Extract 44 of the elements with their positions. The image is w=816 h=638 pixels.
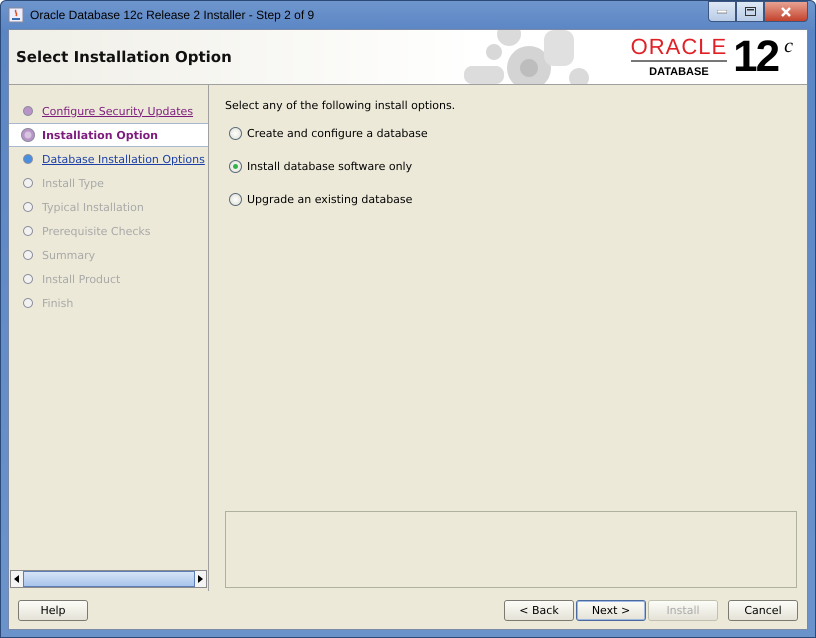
- option-label[interactable]: Install database software only: [247, 160, 412, 173]
- radio-button[interactable]: [229, 193, 242, 206]
- product-name: DATABASE: [649, 65, 709, 78]
- scroll-left-icon[interactable]: [14, 575, 20, 583]
- page-title: Select Installation Option: [15, 48, 233, 66]
- step-node-icon: [20, 103, 36, 119]
- close-button[interactable]: [764, 1, 808, 22]
- step-node-icon: [20, 223, 36, 239]
- close-icon[interactable]: [780, 6, 792, 16]
- minimize-icon[interactable]: [717, 10, 727, 14]
- option-label[interactable]: Upgrade an existing database: [247, 193, 412, 206]
- step-label[interactable]: Configure Security Updates: [42, 104, 194, 118]
- step-label: Install Type: [42, 176, 104, 190]
- radio-button[interactable]: [229, 127, 242, 140]
- minimize-button[interactable]: [708, 1, 736, 22]
- step-label: Summary: [42, 248, 96, 262]
- dialog-button[interactable]: Next >: [576, 600, 646, 620]
- maximize-icon[interactable]: [744, 7, 756, 16]
- version-suffix: c: [784, 35, 793, 58]
- version-number: 12: [733, 35, 778, 79]
- step-label: Finish: [42, 296, 74, 310]
- window-title: Oracle Database 12c Release 2 Installer - Step 2 of 9: [30, 8, 316, 22]
- instruction-text: Select any of the following install options.: [225, 99, 456, 112]
- step-node-icon: [20, 151, 36, 167]
- horizontal-scrollbar[interactable]: [10, 570, 207, 588]
- step-label: Install Product: [42, 272, 120, 286]
- maximize-button[interactable]: [736, 1, 764, 22]
- radio-button[interactable]: [229, 160, 242, 173]
- step-node-icon: [20, 127, 36, 143]
- step-label[interactable]: Database Installation Options: [42, 152, 205, 166]
- option-label[interactable]: Create and configure a database: [247, 127, 428, 140]
- scroll-right-icon[interactable]: [198, 575, 203, 583]
- dialog-button[interactable]: Help: [18, 600, 88, 620]
- step-node-icon: [20, 199, 36, 215]
- step-node-icon: [20, 271, 36, 287]
- step-label: Prerequisite Checks: [42, 224, 150, 238]
- dialog-button[interactable]: < Back: [504, 600, 574, 620]
- step-node-icon: [20, 247, 36, 263]
- oracle-logo: ORACLE: [630, 36, 728, 62]
- step-node-icon: [20, 295, 36, 311]
- dialog-button[interactable]: Cancel: [728, 600, 798, 620]
- step-node-icon: [20, 175, 36, 191]
- step-label: Typical Installation: [42, 200, 144, 214]
- scroll-thumb[interactable]: [22, 571, 194, 587]
